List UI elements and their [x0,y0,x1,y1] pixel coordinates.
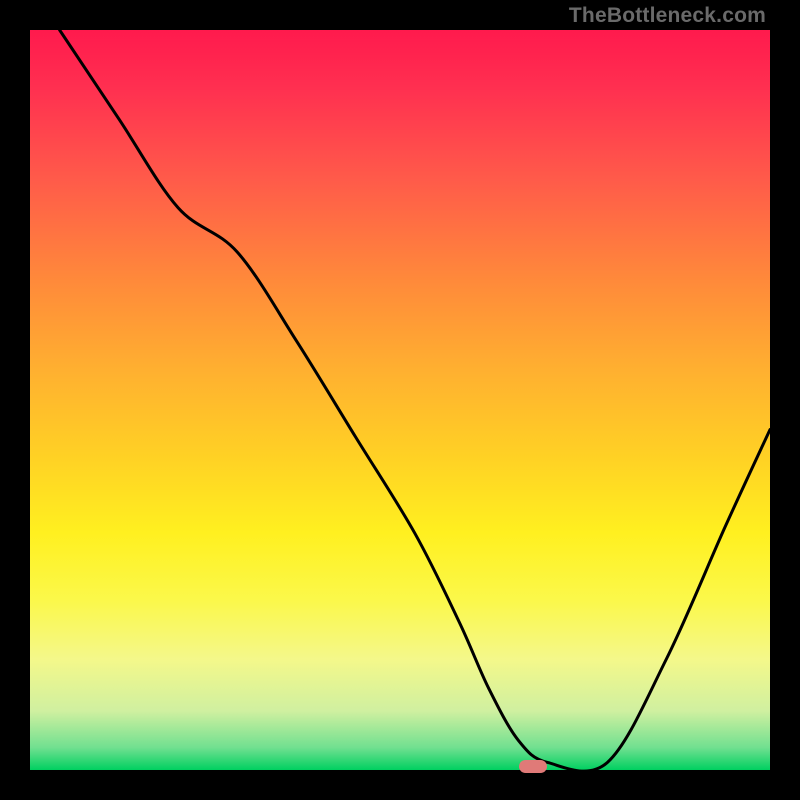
chart-frame: TheBottleneck.com [0,0,800,800]
curve-path [60,30,770,771]
watermark-label: TheBottleneck.com [569,4,766,28]
plot-area [30,30,770,770]
bottleneck-curve [30,30,770,770]
optimal-marker [519,760,547,773]
